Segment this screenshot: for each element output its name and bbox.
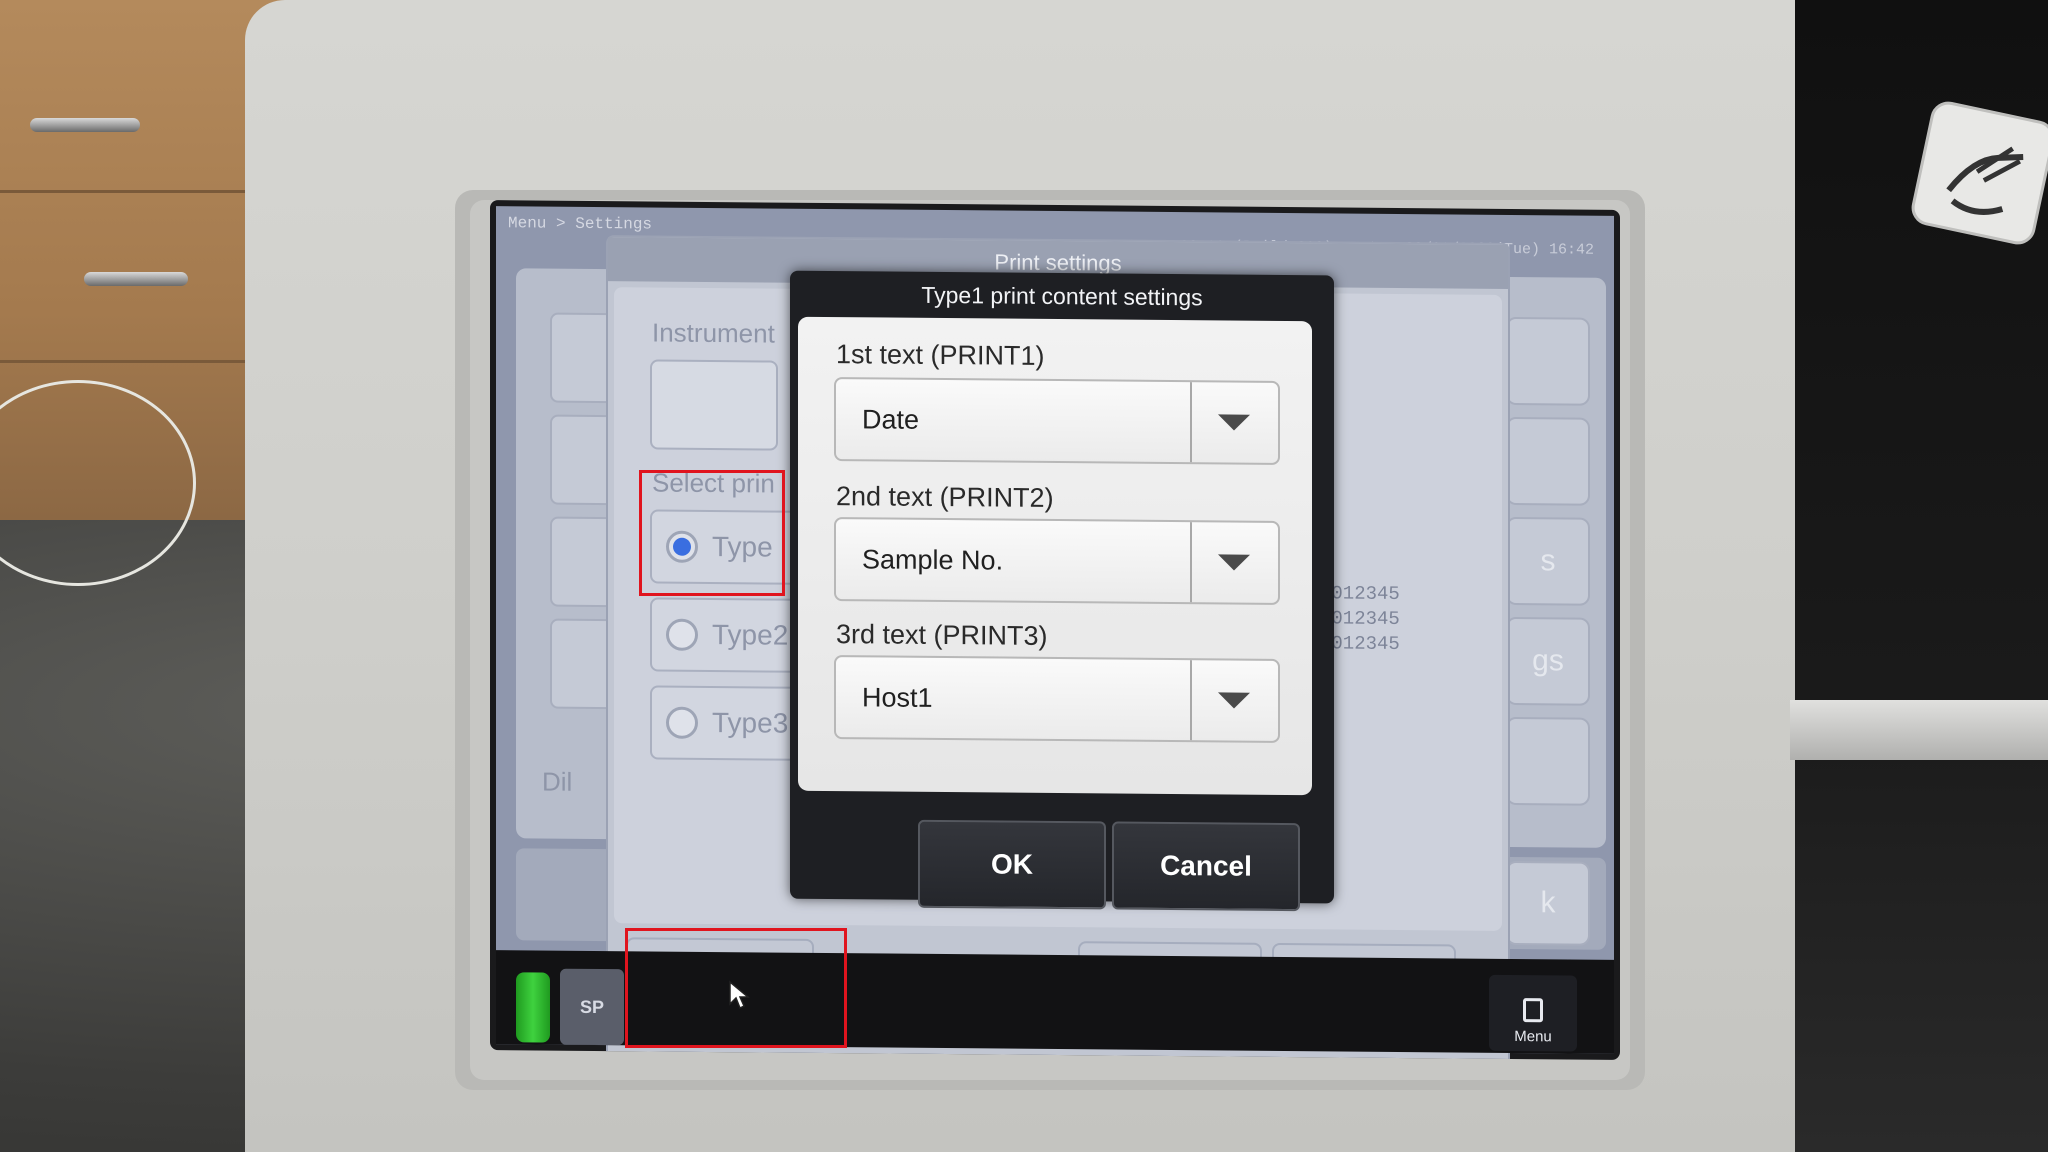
content-dialog-body: 1st text (PRINT1) Date 2nd text (PRINT2)… (798, 316, 1312, 796)
radio-type3[interactable]: Type3 (650, 685, 810, 761)
highlight-type1-radio (639, 470, 785, 596)
select-divider (1190, 382, 1192, 463)
bg-right-button (1506, 716, 1590, 806)
radio-label: Type2 (712, 619, 789, 651)
status-led-icon (516, 972, 550, 1043)
print2-value: Sample No. (862, 543, 1004, 576)
menu-button[interactable]: Menu (1489, 974, 1577, 1052)
content-cancel-button[interactable]: Cancel (1112, 821, 1300, 912)
breadcrumb: Menu > Settings (508, 214, 653, 234)
chevron-down-icon (1218, 692, 1250, 709)
select-divider (1190, 522, 1192, 603)
type1-print-content-dialog: Type1 print content settings 1st text (P… (790, 270, 1334, 912)
print3-select[interactable]: Host1 (834, 655, 1280, 743)
bg-right-label: k (1540, 886, 1556, 920)
bg-right-button: s (1506, 516, 1590, 606)
print2-select[interactable]: Sample No. (834, 517, 1280, 605)
print2-label: 2nd text (PRINT2) (836, 481, 1054, 513)
bg-right-button: gs (1506, 616, 1590, 706)
screen-background: Menu > Settings 09.02 (Build 002) system… (496, 206, 1614, 1060)
print1-value: Date (862, 403, 920, 435)
print1-label: 1st text (PRINT1) (836, 339, 1045, 371)
menu-icon (1523, 998, 1543, 1023)
drawer-handle (30, 118, 140, 132)
hand-logo-icon (1908, 98, 2048, 248)
print3-value: Host1 (862, 681, 933, 713)
mouse-cursor-icon (729, 980, 750, 1010)
chevron-down-icon (1218, 414, 1250, 431)
sp-button[interactable]: SP (560, 968, 624, 1046)
bg-back-button: k (1506, 860, 1590, 946)
bg-right-label: gs (1532, 644, 1564, 678)
bg-right-label: s (1540, 544, 1556, 578)
content-ok-button[interactable]: OK (918, 819, 1106, 910)
print3-label: 3rd text (PRINT3) (836, 619, 1048, 651)
dil-partial-label: Dil (542, 766, 573, 797)
instrument-field[interactable] (650, 359, 778, 451)
bg-right-button (1506, 316, 1590, 406)
radio-type2[interactable]: Type2 (650, 597, 810, 673)
radio-label: Type3 (712, 707, 789, 739)
select-divider (1190, 660, 1192, 741)
content-dialog-title: Type1 print content settings (921, 281, 1203, 310)
drawer-handle (84, 272, 188, 286)
instrument-label: Instrument (652, 317, 775, 349)
radio-unselected-icon (666, 618, 698, 651)
radio-unselected-icon (666, 706, 698, 739)
print1-select[interactable]: Date (834, 377, 1280, 465)
menu-label: Menu (1514, 1028, 1552, 1046)
bg-right-button (1506, 416, 1590, 506)
chevron-down-icon (1218, 554, 1250, 571)
sample-tray (1790, 700, 2048, 760)
